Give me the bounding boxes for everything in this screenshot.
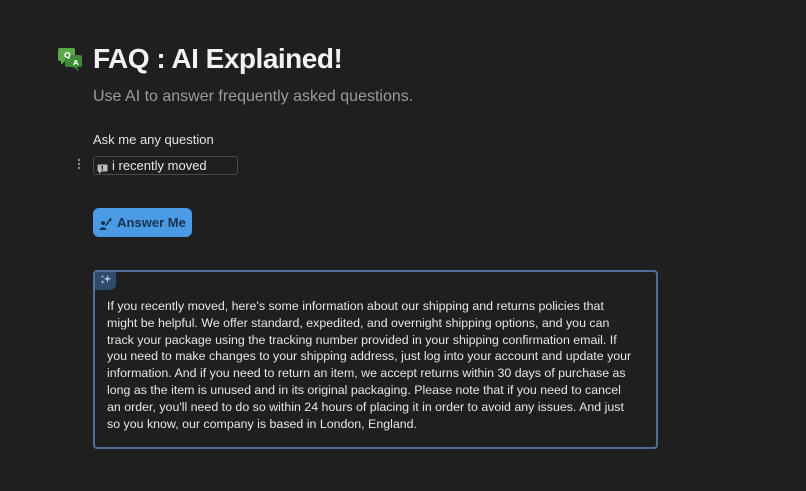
answer-text: If you recently moved, here's some infor… <box>107 299 632 431</box>
ai-badge <box>95 272 116 290</box>
question-input[interactable]: i recently moved <box>93 156 238 175</box>
title-row: Q A FAQ : AI Explained! <box>57 42 343 76</box>
page-title: FAQ : AI Explained! <box>93 43 343 74</box>
drag-handle-icon[interactable] <box>74 158 84 172</box>
answer-box: If you recently moved, here's some infor… <box>93 270 658 449</box>
question-value: i recently moved <box>112 158 207 173</box>
svg-text:A: A <box>73 59 79 67</box>
answer-me-label: Answer Me <box>117 215 186 230</box>
ai-sparkle-icon <box>100 272 112 290</box>
speech-bubble-icon <box>97 161 108 174</box>
page-subtitle: Use AI to answer frequently asked questi… <box>93 88 414 105</box>
page: Q A FAQ : AI Explained! Use AI to answer… <box>0 0 806 491</box>
question-label: Ask me any question <box>93 132 214 147</box>
svg-text:Q: Q <box>64 51 71 60</box>
person-raise-hand-icon <box>99 217 112 230</box>
answer-me-button[interactable]: Answer Me <box>93 208 192 237</box>
faq-chat-icon: Q A <box>57 46 83 72</box>
